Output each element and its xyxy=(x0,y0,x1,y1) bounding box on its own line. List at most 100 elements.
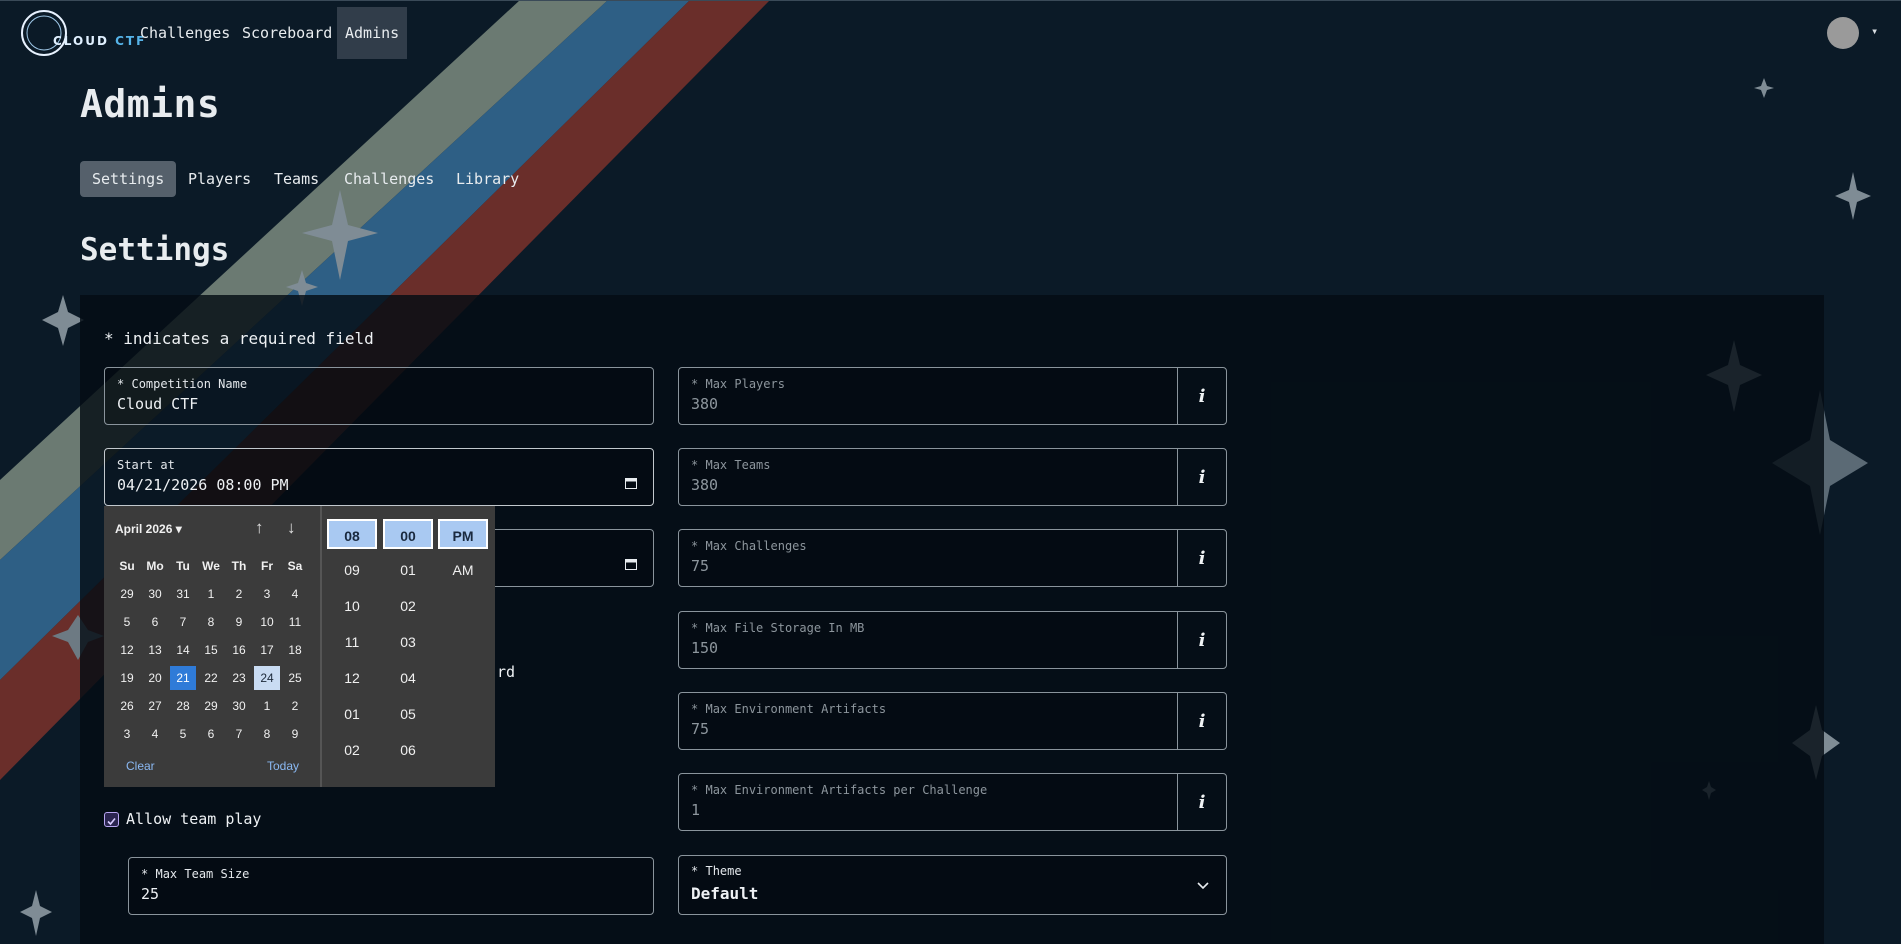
calendar-day[interactable]: 7 xyxy=(170,610,196,634)
max-env-artifacts-per-challenge-field[interactable]: * Max Environment Artifacts per Challeng… xyxy=(678,773,1178,831)
hour-option[interactable]: 12 xyxy=(327,663,377,693)
minute-option[interactable]: 01 xyxy=(383,555,433,585)
minute-option[interactable]: 06 xyxy=(383,735,433,765)
calendar-day[interactable]: 18 xyxy=(282,638,308,662)
calendar-day[interactable]: 13 xyxy=(142,638,168,662)
competition-name-field[interactable]: * Competition Name Cloud CTF xyxy=(104,367,654,425)
minute-option[interactable]: 00 xyxy=(383,519,433,549)
calendar-day[interactable]: 4 xyxy=(282,582,308,606)
nav-challenges[interactable]: Challenges xyxy=(132,7,238,59)
calendar-day[interactable]: 23 xyxy=(226,666,252,690)
start-at-field[interactable]: Start at 04/21/2026 08:00 PM xyxy=(104,448,654,506)
calendar-day[interactable]: 30 xyxy=(142,582,168,606)
calendar-day[interactable]: 24 xyxy=(254,666,280,690)
calendar-day[interactable]: 29 xyxy=(114,582,140,606)
tab-challenges[interactable]: Challenges xyxy=(332,161,446,197)
minute-option[interactable]: 04 xyxy=(383,663,433,693)
calendar-day[interactable]: 17 xyxy=(254,638,280,662)
calendar-day[interactable]: 16 xyxy=(226,638,252,662)
calendar-day[interactable]: 15 xyxy=(198,638,224,662)
cloud-ctf-logo[interactable]: CLOUD CTF xyxy=(18,7,144,57)
calendar-day[interactable]: 9 xyxy=(226,610,252,634)
max-file-storage-field[interactable]: * Max File Storage In MB 150 xyxy=(678,611,1178,669)
hour-option[interactable]: 10 xyxy=(327,591,377,621)
calendar-day[interactable]: 21 xyxy=(170,666,196,690)
calendar-day[interactable]: 8 xyxy=(198,610,224,634)
theme-select[interactable]: * Theme Default xyxy=(678,855,1227,915)
max-env-artifacts-field[interactable]: * Max Environment Artifacts 75 xyxy=(678,692,1178,750)
tab-players[interactable]: Players xyxy=(176,161,263,197)
tab-settings[interactable]: Settings xyxy=(80,161,177,197)
calendar-day[interactable]: 9 xyxy=(282,722,308,746)
calendar-day[interactable]: 12 xyxy=(114,638,140,662)
hour-option[interactable]: 09 xyxy=(327,555,377,585)
arrow-down-icon[interactable]: ↓ xyxy=(287,518,296,538)
minute-option[interactable]: 05 xyxy=(383,699,433,729)
datepicker-today-button[interactable]: Today xyxy=(267,759,299,773)
calendar-day[interactable]: 3 xyxy=(254,582,280,606)
calendar-icon[interactable] xyxy=(625,558,637,570)
calendar-day[interactable]: 11 xyxy=(282,610,308,634)
calendar-day[interactable]: 14 xyxy=(170,638,196,662)
max-challenges-info-button[interactable]: i xyxy=(1177,529,1227,587)
calendar-day[interactable]: 2 xyxy=(282,694,308,718)
max-file-storage-info-button[interactable]: i xyxy=(1177,611,1227,669)
minute-option[interactable]: 02 xyxy=(383,591,433,621)
calendar-day[interactable]: 5 xyxy=(170,722,196,746)
max-env-artifacts-per-challenge-placeholder: 1 xyxy=(691,801,701,819)
hour-option[interactable]: 02 xyxy=(327,735,377,765)
calendar-day[interactable]: 4 xyxy=(142,722,168,746)
calendar-day[interactable]: 1 xyxy=(198,582,224,606)
calendar-day[interactable]: 5 xyxy=(114,610,140,634)
hour-option[interactable]: 08 xyxy=(327,519,377,549)
required-mark: * xyxy=(691,539,699,553)
meridiem-option[interactable]: PM xyxy=(438,519,488,549)
minute-option[interactable]: 03 xyxy=(383,627,433,657)
hour-option[interactable]: 01 xyxy=(327,699,377,729)
meridiem-option[interactable]: AM xyxy=(438,555,488,585)
calendar-day[interactable]: 19 xyxy=(114,666,140,690)
calendar-day[interactable]: 6 xyxy=(142,610,168,634)
max-players-field[interactable]: * Max Players 380 xyxy=(678,367,1178,425)
max-env-artifacts-per-challenge-info-button[interactable]: i xyxy=(1177,773,1227,831)
max-teams-field[interactable]: * Max Teams 380 xyxy=(678,448,1178,506)
datepicker-clear-button[interactable]: Clear xyxy=(126,759,155,773)
allow-team-play-checkbox[interactable] xyxy=(104,812,119,827)
calendar-day[interactable]: 25 xyxy=(282,666,308,690)
calendar-day[interactable]: 8 xyxy=(254,722,280,746)
weekday-header: Tu xyxy=(176,559,190,573)
calendar-day[interactable]: 30 xyxy=(226,694,252,718)
calendar-day[interactable]: 20 xyxy=(142,666,168,690)
datepicker-month-selector[interactable]: April 2026 ▾ xyxy=(115,522,182,536)
hour-option[interactable]: 11 xyxy=(327,627,377,657)
max-teams-info-button[interactable]: i xyxy=(1177,448,1227,506)
calendar-icon[interactable] xyxy=(625,477,637,489)
max-challenges-field[interactable]: * Max Challenges 75 xyxy=(678,529,1178,587)
datepicker-popup: April 2026 ▾ ↑ ↓ Su Mo Tu We Th Fr Sa 29 30 31 1 2 3… xyxy=(104,506,495,787)
max-env-artifacts-info-button[interactable]: i xyxy=(1177,692,1227,750)
calendar-day[interactable]: 31 xyxy=(170,582,196,606)
max-team-size-field[interactable]: * Max Team Size 25 xyxy=(128,857,654,915)
caret-down-icon[interactable]: ▾ xyxy=(1871,24,1878,38)
nav-scoreboard[interactable]: Scoreboard xyxy=(234,7,340,59)
calendar-day[interactable]: 6 xyxy=(198,722,224,746)
calendar-day[interactable]: 28 xyxy=(170,694,196,718)
required-field-note: * indicates a required field xyxy=(104,329,374,348)
calendar-day[interactable]: 27 xyxy=(142,694,168,718)
calendar-day[interactable]: 3 xyxy=(114,722,140,746)
weekday-header: Sa xyxy=(287,559,303,573)
max-team-size-label: Max Team Size xyxy=(155,867,250,881)
tab-teams[interactable]: Teams xyxy=(262,161,331,197)
calendar-day[interactable]: 2 xyxy=(226,582,252,606)
user-avatar-icon[interactable] xyxy=(1827,17,1859,49)
calendar-day[interactable]: 7 xyxy=(226,722,252,746)
nav-admins[interactable]: Admins xyxy=(337,7,408,59)
calendar-day[interactable]: 10 xyxy=(254,610,280,634)
tab-library[interactable]: Library xyxy=(444,161,531,197)
calendar-day[interactable]: 22 xyxy=(198,666,224,690)
max-players-info-button[interactable]: i xyxy=(1177,367,1227,425)
calendar-day[interactable]: 29 xyxy=(198,694,224,718)
calendar-day[interactable]: 26 xyxy=(114,694,140,718)
calendar-day[interactable]: 1 xyxy=(254,694,280,718)
arrow-up-icon[interactable]: ↑ xyxy=(255,518,264,538)
